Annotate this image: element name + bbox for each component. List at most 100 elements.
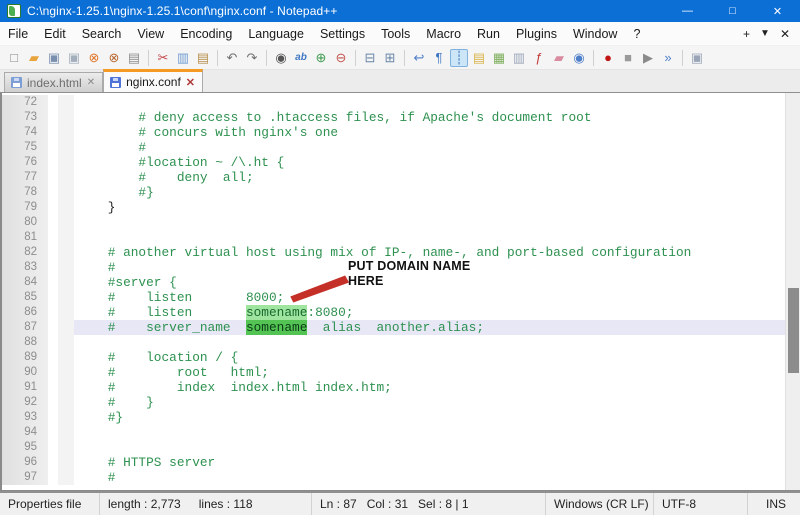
minimize-button[interactable]: — (665, 0, 710, 22)
status-doc-type: Properties file (0, 493, 100, 515)
editor-line[interactable]: 72 (2, 95, 785, 110)
menu-item-search[interactable]: Search (74, 24, 130, 44)
editor-area[interactable]: 7273 # deny access to .htaccess files, i… (0, 93, 800, 491)
tab-nginx-conf[interactable]: nginx.conf✕ (103, 69, 203, 92)
menu-item-tools[interactable]: Tools (373, 24, 418, 44)
sync-horizontal-icon[interactable]: ⊞ (381, 49, 399, 67)
editor-line[interactable]: 75 # (2, 140, 785, 155)
fold-margin (58, 410, 74, 425)
editor-line[interactable]: 97 # (2, 470, 785, 485)
save-icon[interactable]: ▣ (45, 49, 63, 67)
editor-line[interactable]: 94 (2, 425, 785, 440)
new-tab-button[interactable]: + (743, 27, 750, 41)
show-all-characters-icon[interactable]: ¶ (430, 49, 448, 67)
gutter-gap (48, 215, 58, 230)
vertical-scrollbar[interactable] (785, 93, 800, 490)
play-macro-icon[interactable]: ▶ (639, 49, 657, 67)
monitoring-icon[interactable]: ◉ (570, 49, 588, 67)
document-switcher-icon[interactable]: ▥ (510, 49, 528, 67)
editor-line[interactable]: 79 } (2, 200, 785, 215)
editor-line[interactable]: 78 #} (2, 185, 785, 200)
fold-margin (58, 125, 74, 140)
menu-item-language[interactable]: Language (240, 24, 312, 44)
line-number: 72 (2, 95, 48, 110)
function-completion-icon[interactable]: ▤ (470, 49, 488, 67)
tab-list-dropdown[interactable]: ▼ (760, 28, 770, 39)
editor-line[interactable]: 74 # concurs with nginx's one (2, 125, 785, 140)
editor-line[interactable]: 76 #location ~ /\.ht { (2, 155, 785, 170)
redo-icon[interactable]: ↷ (243, 49, 261, 67)
status-insert-mode[interactable]: INS (748, 493, 800, 515)
run-macro-multiple-icon[interactable]: » (659, 49, 677, 67)
editor-line[interactable]: 88 (2, 335, 785, 350)
menu-item-encoding[interactable]: Encoding (172, 24, 240, 44)
menu-item-window[interactable]: Window (565, 24, 625, 44)
paste-icon[interactable]: ▤ (194, 49, 212, 67)
editor-line[interactable]: 92 # } (2, 395, 785, 410)
status-cursor-position[interactable]: Ln : 87 Col : 31 Sel : 8 | 1 (312, 493, 546, 515)
editor-line[interactable]: 86 # listen somename:8080; (2, 305, 785, 320)
folder-as-workspace-icon[interactable]: ▰ (550, 49, 568, 67)
menu-item-plugins[interactable]: Plugins (508, 24, 565, 44)
new-file-icon[interactable]: □ (5, 49, 23, 67)
cut-icon[interactable]: ✂ (154, 49, 172, 67)
record-macro-icon[interactable]: ● (599, 49, 617, 67)
menu-item-file[interactable]: File (0, 24, 36, 44)
menu-item-run[interactable]: Run (469, 24, 508, 44)
stop-macro-icon[interactable]: ■ (619, 49, 637, 67)
gutter-gap (48, 320, 58, 335)
status-encoding[interactable]: UTF-8 (654, 493, 748, 515)
editor-line[interactable]: 81 (2, 230, 785, 245)
editor-line[interactable]: 89 # location / { (2, 350, 785, 365)
status-eol-format[interactable]: Windows (CR LF) (546, 493, 654, 515)
toolbar-separator (355, 50, 356, 66)
sync-vertical-icon[interactable]: ⊟ (361, 49, 379, 67)
editor-line[interactable]: 80 (2, 215, 785, 230)
menu-item-[interactable]: ? (625, 24, 648, 44)
maximize-button[interactable]: □ (710, 0, 755, 22)
editor-line[interactable]: 85 # listen 8000; (2, 290, 785, 305)
editor-line[interactable]: 96 # HTTPS server (2, 455, 785, 470)
menu-item-view[interactable]: View (129, 24, 172, 44)
close-document-button[interactable]: ✕ (780, 27, 790, 41)
editor-line[interactable]: 95 (2, 440, 785, 455)
fold-margin (58, 245, 74, 260)
line-text: #location ~ /\.ht { (74, 155, 785, 170)
save-all-icon[interactable]: ▣ (65, 49, 83, 67)
zoom-out-icon[interactable]: ⊖ (332, 49, 350, 67)
line-number: 88 (2, 335, 48, 350)
editor-line[interactable]: 93 #} (2, 410, 785, 425)
editor-line[interactable]: 91 # index index.html index.htm; (2, 380, 785, 395)
print-icon[interactable]: ▤ (125, 49, 143, 67)
tab-close-icon[interactable]: ✕ (186, 76, 195, 89)
fold-margin (58, 320, 74, 335)
scrollbar-thumb[interactable] (788, 288, 799, 373)
tab-close-icon[interactable]: ✕ (87, 77, 95, 88)
open-folder-icon[interactable]: ▰ (25, 49, 43, 67)
close-button[interactable]: ✕ (755, 0, 800, 22)
menu-item-settings[interactable]: Settings (312, 24, 373, 44)
tab-index-html[interactable]: index.html✕ (4, 72, 103, 92)
editor-line[interactable]: 87 # server_name somename alias another.… (2, 320, 785, 335)
menu-item-macro[interactable]: Macro (418, 24, 469, 44)
save-macro-icon[interactable]: ▣ (688, 49, 706, 67)
copy-icon[interactable]: ▥ (174, 49, 192, 67)
document-map-icon[interactable]: ▦ (490, 49, 508, 67)
close-file-icon[interactable]: ⊗ (85, 49, 103, 67)
editor-lines[interactable]: 7273 # deny access to .htaccess files, i… (2, 95, 785, 485)
editor-line[interactable]: 73 # deny access to .htaccess files, if … (2, 110, 785, 125)
function-list-icon[interactable]: ƒ (530, 49, 548, 67)
close-all-icon[interactable]: ⊗ (105, 49, 123, 67)
zoom-in-icon[interactable]: ⊕ (312, 49, 330, 67)
editor-line[interactable]: 82 # another virtual host using mix of I… (2, 245, 785, 260)
replace-icon[interactable]: ab (292, 49, 310, 67)
fold-margin (58, 230, 74, 245)
find-icon[interactable]: ◉ (272, 49, 290, 67)
editor-line[interactable]: 90 # root html; (2, 365, 785, 380)
fold-margin (58, 455, 74, 470)
indent-guide-icon[interactable]: ┊ (450, 49, 468, 67)
menu-item-edit[interactable]: Edit (36, 24, 74, 44)
word-wrap-icon[interactable]: ↩ (410, 49, 428, 67)
undo-icon[interactable]: ↶ (223, 49, 241, 67)
editor-line[interactable]: 77 # deny all; (2, 170, 785, 185)
